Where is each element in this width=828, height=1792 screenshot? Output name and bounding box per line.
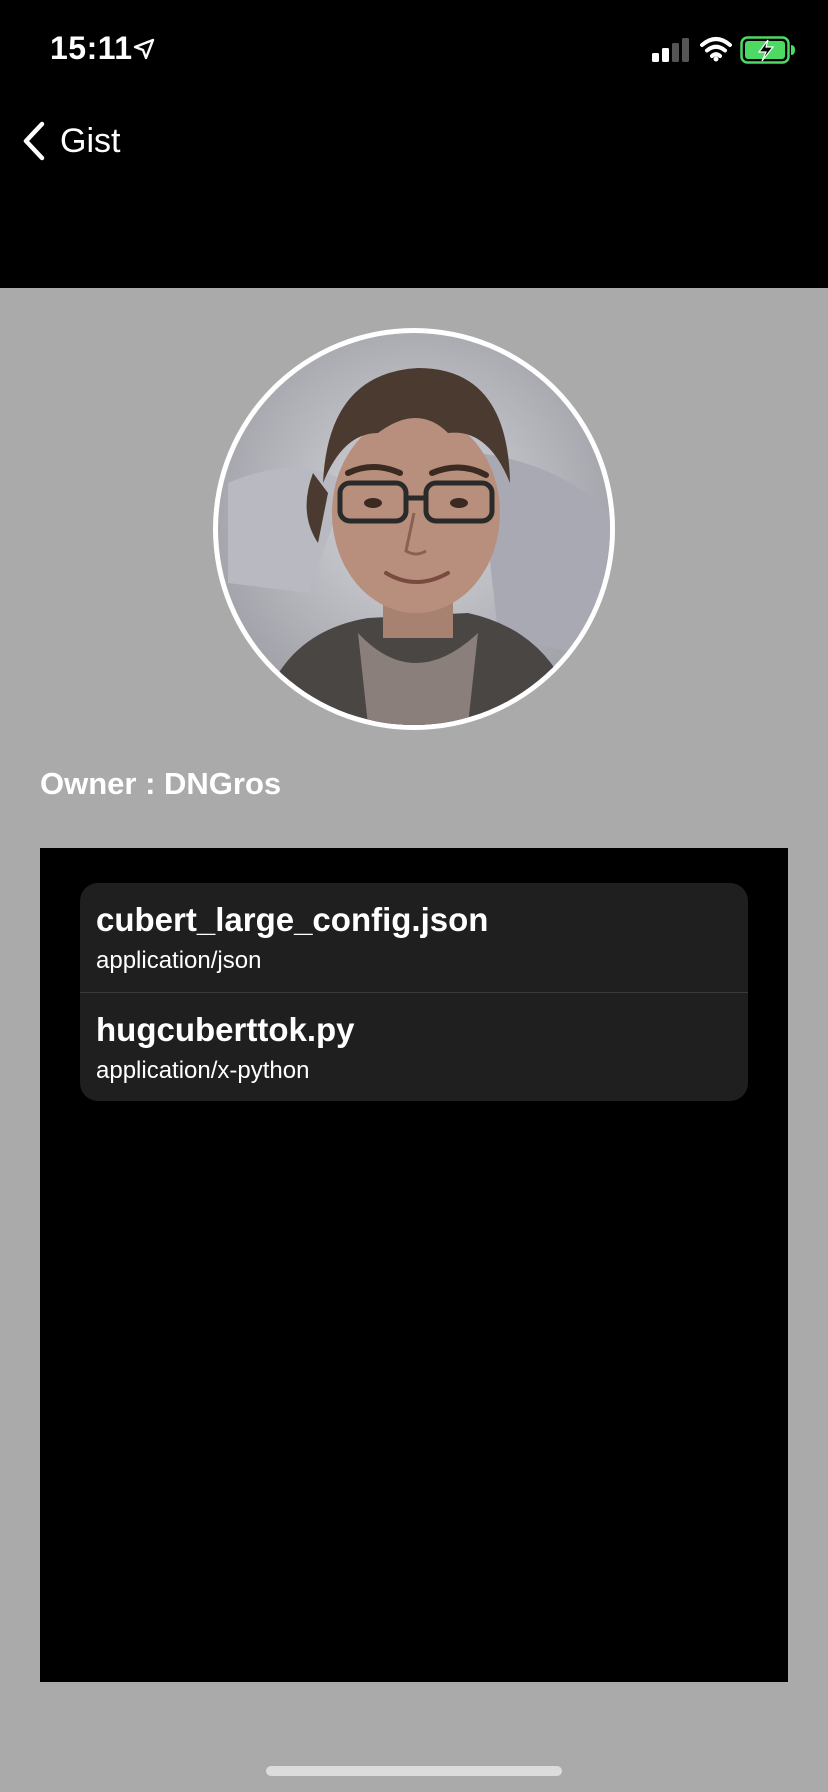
back-button[interactable]: Gist	[22, 118, 120, 164]
wifi-icon	[700, 37, 732, 62]
navigation-bar: 15:11 Gist	[0, 0, 828, 288]
cellular-signal-icon	[652, 38, 689, 62]
files-panel: cubert_large_config.json application/jso…	[40, 848, 788, 1682]
back-label: Gist	[60, 121, 121, 160]
file-type: application/json	[96, 947, 262, 974]
list-item[interactable]: hugcuberttok.py application/x-python	[80, 992, 748, 1101]
avatar-image	[218, 333, 610, 725]
file-type: application/x-python	[96, 1057, 310, 1084]
file-name: cubert_large_config.json	[96, 901, 489, 938]
battery-charging-icon	[740, 36, 795, 64]
list-item[interactable]: cubert_large_config.json application/jso…	[80, 883, 748, 992]
home-indicator[interactable]	[266, 1766, 562, 1776]
file-name: hugcuberttok.py	[96, 1011, 355, 1048]
status-time: 15:11	[50, 30, 133, 66]
owner-label: Owner : DNGros	[40, 766, 282, 801]
avatar	[213, 328, 615, 730]
chevron-left-icon	[23, 121, 45, 161]
location-arrow-icon	[133, 38, 155, 60]
file-list: cubert_large_config.json application/jso…	[80, 883, 748, 1101]
